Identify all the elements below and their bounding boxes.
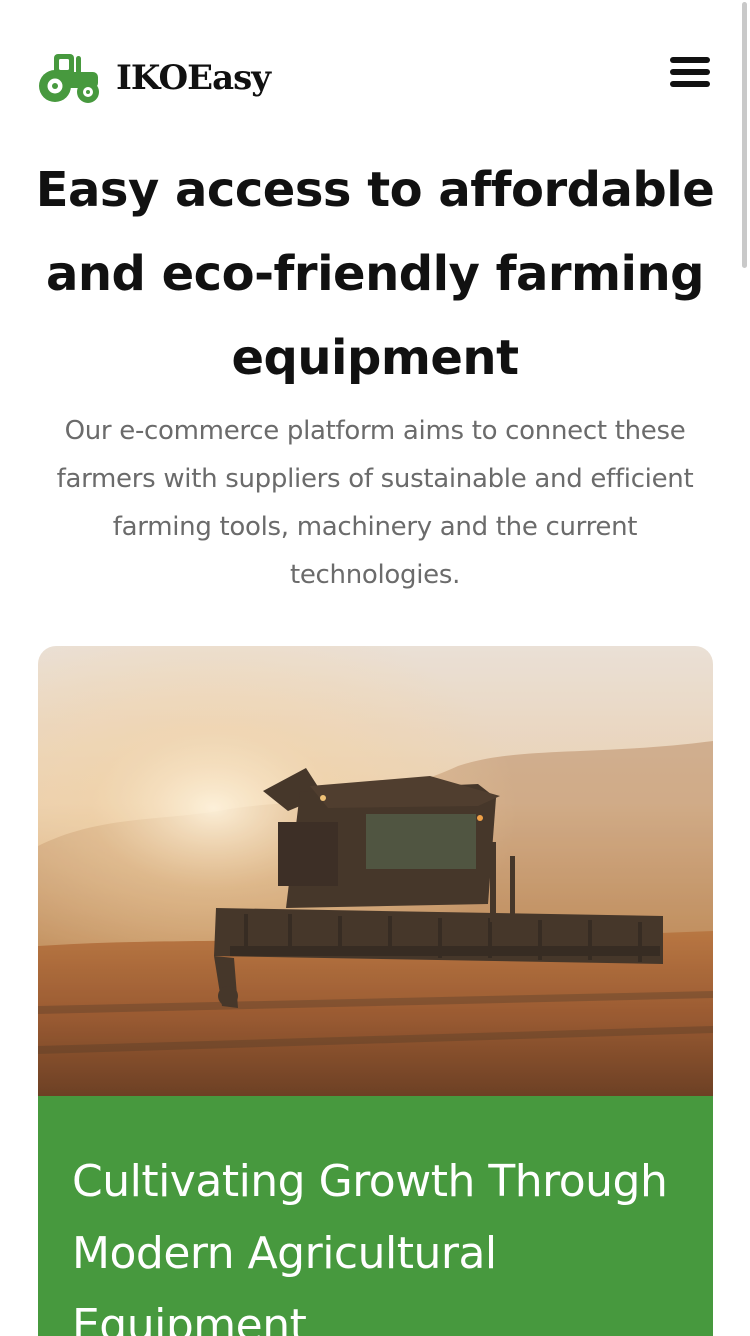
combine-harvester-image [38, 646, 713, 1096]
hero-heading: Easy access to affordable and eco-friend… [35, 162, 715, 386]
hamburger-menu-icon [670, 57, 710, 87]
feature-card: Cultivating Growth Through Modern Agricu… [38, 646, 713, 1336]
scrollbar-thumb[interactable] [742, 2, 747, 268]
page: IKOEasy Easy access to affordable and ec… [0, 0, 750, 1336]
site-header: IKOEasy [38, 50, 712, 106]
hero-description: Our e-commerce platform aims to connect … [56, 416, 694, 590]
feature-card-body: Cultivating Growth Through Modern Agricu… [38, 1096, 713, 1336]
scrollbar[interactable] [740, 0, 750, 1336]
feature-card-title: Cultivating Growth Through Modern Agricu… [72, 1156, 668, 1336]
menu-button[interactable] [668, 54, 712, 90]
tractor-icon [39, 54, 99, 103]
brand-logo-link[interactable]: IKOEasy [38, 50, 271, 106]
brand-name: IKOEasy [116, 58, 271, 98]
